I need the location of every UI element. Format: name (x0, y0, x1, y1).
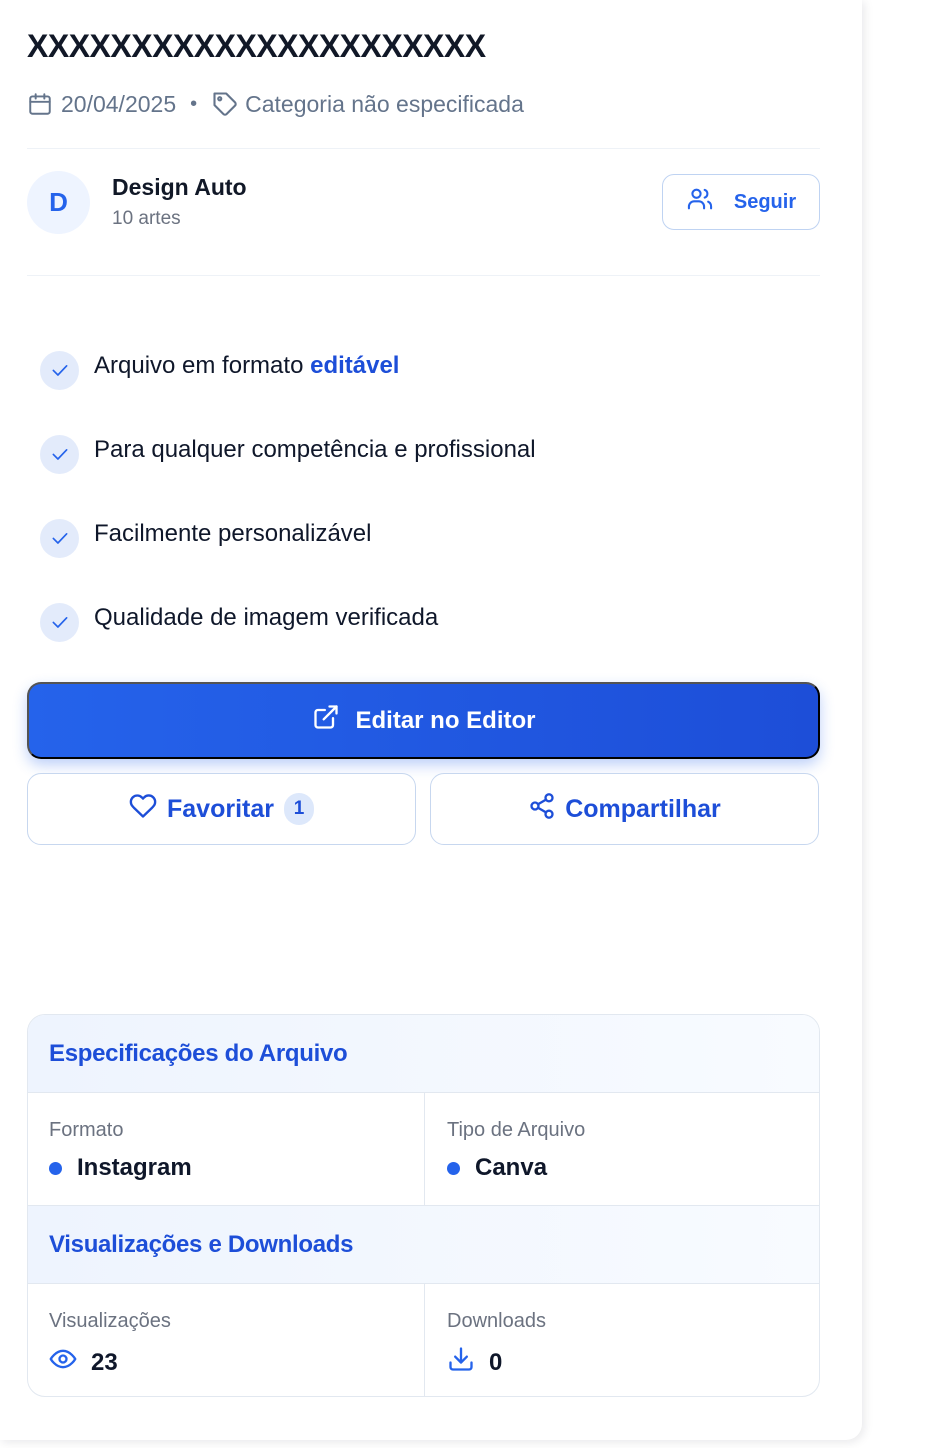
feature-item: Para qualquer competência e profissional (40, 424, 800, 476)
check-icon (40, 518, 79, 558)
favorite-count-badge: 1 (283, 793, 314, 825)
author-avatar[interactable]: D (27, 171, 90, 234)
follow-label: Seguir (733, 190, 797, 213)
feature-text-plain: Arquivo em formato (94, 352, 311, 379)
eye-icon (49, 1345, 77, 1380)
file-type-cell: Tipo de Arquivo Canva (424, 1093, 819, 1206)
divider (27, 275, 820, 276)
author-art-count: 10 artes (112, 208, 181, 229)
external-link-icon (312, 703, 340, 738)
views-cell: Visualizações 23 (28, 1284, 424, 1396)
downloads-value-row: 0 (447, 1345, 502, 1380)
feature-text: Qualidade de imagem verificada (94, 604, 439, 631)
art-meta: 20/04/2025 • Categoria não especificada (27, 88, 524, 120)
share-button[interactable]: Compartilhar (430, 773, 819, 845)
bullet-dot (447, 1161, 460, 1175)
divider (27, 148, 820, 149)
check-icon (40, 350, 79, 390)
check-icon (40, 602, 79, 642)
favorite-button[interactable]: Favoritar 1 (27, 773, 416, 845)
file-specs-heading: Especificações do Arquivo (28, 1015, 819, 1093)
download-icon (447, 1345, 475, 1380)
file-type-value: Canva (475, 1154, 548, 1181)
author-name[interactable]: Design Auto (112, 174, 247, 201)
feature-highlight: editável (310, 352, 400, 379)
category-label: Categoria não especificada (245, 90, 524, 117)
page-title: XXXXXXXXXXXXXXXXXXXXXX (27, 28, 486, 64)
views-value-row: 23 (49, 1345, 118, 1380)
downloads-label: Downloads (447, 1310, 546, 1332)
users-icon (686, 185, 714, 219)
art-detail-panel: XXXXXXXXXXXXXXXXXXXXXX 20/04/2025 • Cate… (0, 0, 862, 1440)
edit-label: Editar no Editor (355, 706, 536, 734)
feature-text: Facilmente personalizável (94, 520, 372, 547)
share-icon (528, 792, 556, 827)
feature-text: Para qualquer competência e profissional (94, 436, 536, 463)
format-label: Formato (49, 1119, 124, 1141)
edit-in-editor-button[interactable]: Editar no Editor (27, 682, 820, 759)
views-value: 23 (91, 1348, 118, 1376)
follow-button[interactable]: Seguir (662, 174, 820, 230)
file-type-value-row: Canva (447, 1154, 547, 1182)
bullet-dot (49, 1161, 62, 1175)
views-label: Visualizações (49, 1310, 171, 1332)
format-value: Instagram (77, 1154, 192, 1181)
feature-item: Arquivo em formato editável (40, 340, 800, 392)
share-label: Compartilhar (565, 794, 721, 823)
feature-text: Arquivo em formato editável (94, 352, 399, 380)
check-icon (40, 434, 79, 474)
heart-icon (129, 792, 157, 827)
downloads-value: 0 (489, 1348, 503, 1376)
meta-separator: • (190, 92, 198, 115)
favorite-label: Favoritar (167, 794, 274, 823)
format-value-row: Instagram (49, 1154, 192, 1182)
calendar-icon (27, 91, 53, 117)
publish-date: 20/04/2025 (61, 90, 177, 117)
format-cell: Formato Instagram (28, 1093, 424, 1206)
stats-heading: Visualizações e Downloads (28, 1206, 819, 1284)
file-type-label: Tipo de Arquivo (447, 1119, 586, 1141)
tag-icon (211, 90, 239, 118)
downloads-cell: Downloads 0 (424, 1284, 819, 1396)
file-specs-panel: Especificações do Arquivo Formato Instag… (27, 1014, 820, 1397)
feature-item: Facilmente personalizável (40, 508, 800, 560)
feature-item: Qualidade de imagem verificada (40, 592, 800, 644)
